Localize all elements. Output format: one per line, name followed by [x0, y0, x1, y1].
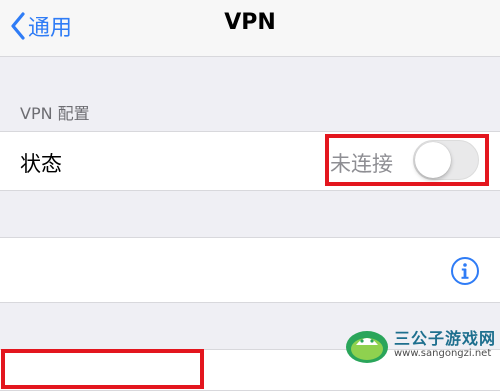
android-logo-icon [346, 331, 388, 363]
highlight-box-add [1, 349, 204, 389]
watermark: 三公子游戏网 www.sangongzi.net [344, 322, 496, 368]
info-icon[interactable] [450, 256, 480, 286]
status-label: 状态 [20, 152, 62, 176]
watermark-url: www.sangongzi.net [394, 348, 492, 359]
watermark-title: 三公子游戏网 [394, 329, 497, 348]
vpn-configuration-row[interactable] [0, 237, 500, 303]
page-title: VPN [224, 10, 276, 35]
navigation-bar: 通用 VPN [0, 0, 500, 57]
section-header-vpn-config: VPN 配置 [20, 104, 90, 123]
highlight-box-status [325, 134, 489, 186]
